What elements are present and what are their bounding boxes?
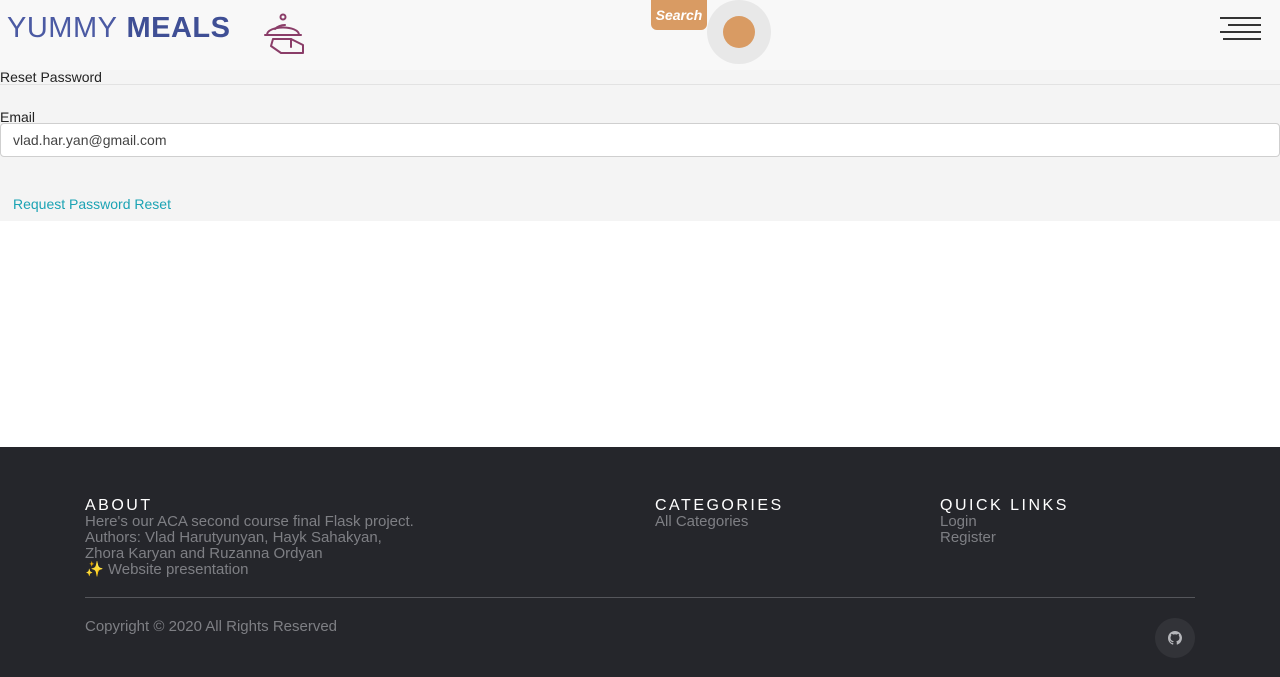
logo-word-meals: MEALS	[126, 12, 231, 44]
website-presentation-link[interactable]: ✨ Website presentation	[85, 562, 414, 578]
email-field[interactable]	[0, 123, 1280, 157]
footer-link-register[interactable]: Register	[940, 530, 1069, 546]
page-title: Reset Password	[0, 69, 102, 85]
github-button[interactable]	[1155, 618, 1195, 658]
footer-about-line: Zhora Karyan and Ruzanna Ordyan	[85, 545, 323, 562]
site-header: YUMMY MEALS Search	[0, 0, 1280, 70]
footer-categories: CATEGORIES All Categories	[655, 498, 784, 530]
search-dot-icon	[723, 16, 755, 48]
title-divider	[0, 84, 1280, 85]
copyright-text: Copyright © 2020 All Rights Reserved	[85, 618, 338, 635]
footer-about-line: Authors: Vlad Harutyunyan, Hayk Sahakyan…	[85, 529, 382, 546]
footer-quick-links-heading: QUICK LINKS	[940, 497, 1069, 514]
hamburger-menu-icon[interactable]	[1220, 17, 1261, 43]
footer-about: ABOUT Here's our ACA second course final…	[85, 498, 414, 578]
logo-word-yummy: YUMMY	[7, 12, 118, 44]
search-button[interactable]: Search	[651, 0, 707, 30]
footer-categories-heading: CATEGORIES	[655, 497, 784, 514]
request-password-reset-button[interactable]: Request Password Reset	[13, 196, 171, 212]
site-logo[interactable]: YUMMY MEALS	[7, 12, 304, 54]
site-footer: ABOUT Here's our ACA second course final…	[0, 447, 1280, 677]
sparkles-icon: ✨	[85, 561, 104, 578]
search-toggle-button[interactable]	[707, 0, 771, 64]
footer-link-login[interactable]: Login	[940, 514, 1069, 530]
footer-about-line: Here's our ACA second course final Flask…	[85, 513, 414, 530]
website-presentation-label: Website presentation	[107, 561, 249, 578]
github-icon	[1168, 631, 1182, 645]
serving-cloche-icon	[264, 13, 304, 54]
footer-link-all-categories[interactable]: All Categories	[655, 514, 784, 530]
reset-password-panel: Reset Password Email Request Password Re…	[0, 70, 1280, 221]
footer-about-heading: ABOUT	[85, 497, 153, 514]
footer-quick-links: QUICK LINKS Login Register	[940, 498, 1069, 546]
footer-divider	[85, 597, 1195, 598]
